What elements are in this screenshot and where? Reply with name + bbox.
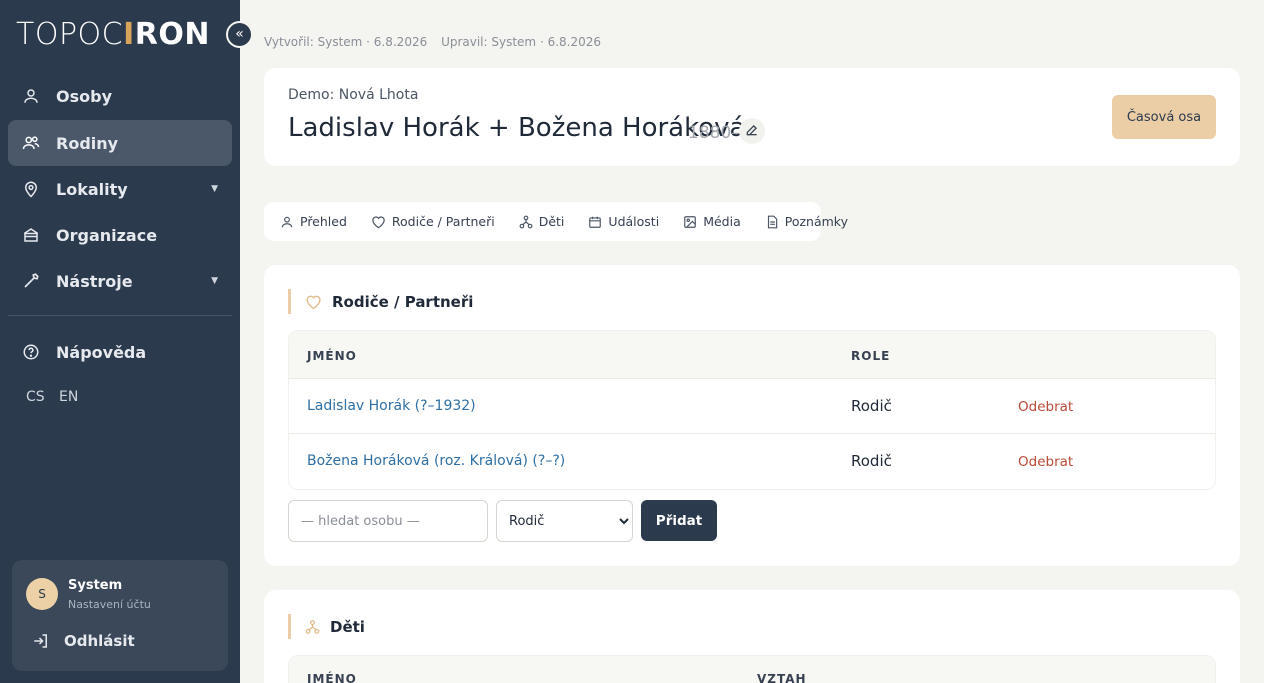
sidebar-item-lokality[interactable]: Lokality ▼ — [8, 166, 232, 212]
column-header-role: ROLE — [851, 349, 891, 363]
heart-icon — [371, 215, 386, 229]
tab-label: Média — [703, 214, 741, 229]
remove-button[interactable]: Odebrat — [1018, 454, 1073, 470]
sidebar: TOPOCIRON Osoby Rodiny Lokality ▼ Organi… — [0, 0, 240, 683]
tab-rodice-partneri[interactable]: Rodiče / Partneři — [371, 214, 495, 229]
tab-media[interactable]: Média — [683, 214, 741, 229]
heart-icon — [305, 294, 322, 310]
sidebar-collapse-button[interactable]: « — [226, 21, 253, 48]
logout-button[interactable]: Odhlásit — [32, 632, 135, 650]
tree-name: Demo: Nová Lhota — [288, 87, 419, 103]
avatar[interactable]: S — [26, 578, 58, 610]
tab-prehled[interactable]: Přehled — [280, 214, 347, 229]
family-tabs: Přehled Rodiče / Partneři Děti Události … — [264, 202, 848, 241]
chevron-down-icon: ▼ — [211, 184, 218, 194]
children-section: Děti JMÉNO VZTAH — [264, 590, 1240, 683]
table-header: JMÉNO VZTAH — [289, 656, 1215, 683]
section-title: Rodiče / Partneři — [332, 292, 474, 311]
double-chevron-left-icon: « — [235, 26, 244, 42]
tools-icon — [22, 272, 40, 290]
user-name: System — [68, 578, 123, 593]
person-link[interactable]: Ladislav Horák (?–1932) — [307, 398, 476, 414]
record-meta: Vytvořil: System · 6.8.2026 Upravil: Sys… — [264, 35, 601, 49]
pencil-icon — [745, 122, 759, 141]
tab-label: Děti — [538, 214, 565, 229]
page-title: Ladislav Horák + Božena Horáková — [288, 113, 746, 143]
tab-label: Přehled — [300, 214, 347, 229]
table-header: JMÉNO ROLE — [289, 331, 1215, 379]
role-value: Rodič — [851, 397, 892, 415]
note-icon — [765, 215, 779, 229]
add-parent-button[interactable]: Přidat — [641, 500, 717, 541]
section-title: Děti — [330, 617, 365, 636]
tab-deti[interactable]: Děti — [519, 214, 565, 229]
sidebar-divider — [8, 315, 232, 316]
family-tree-icon — [305, 619, 320, 635]
image-icon — [683, 215, 697, 229]
remove-button[interactable]: Odebrat — [1018, 399, 1073, 415]
user-icon — [280, 215, 294, 229]
sidebar-item-label: Lokality — [56, 179, 128, 199]
sidebar-item-napoveda[interactable]: Nápověda — [8, 329, 232, 375]
user-card: S System Nastavení účtu Odhlásit — [12, 560, 228, 671]
app-logo[interactable]: TOPOCIRON — [16, 18, 210, 52]
column-header-name: JMÉNO — [307, 672, 357, 683]
children-table: JMÉNO VZTAH — [288, 655, 1216, 683]
users-icon — [22, 134, 40, 152]
updated-info: Upravil: System · 6.8.2026 — [441, 35, 602, 49]
column-header-name: JMÉNO — [307, 349, 357, 363]
person-link[interactable]: Božena Horáková (roz. Králová) (?–?) — [307, 453, 565, 469]
logo-text-accent: I — [123, 17, 135, 52]
sidebar-item-label: Rodiny — [56, 133, 119, 153]
table-row: Božena Horáková (roz. Králová) (?–?) Rod… — [289, 434, 1215, 489]
created-info: Vytvořil: System · 6.8.2026 — [264, 35, 428, 49]
tab-label: Události — [608, 214, 660, 229]
user-icon — [22, 87, 40, 105]
table-row: Ladislav Horák (?–1932) Rodič Odebrat — [289, 379, 1215, 434]
sidebar-item-rodiny[interactable]: Rodiny — [8, 120, 232, 166]
sidebar-item-nastroje[interactable]: Nástroje ▼ — [8, 258, 232, 304]
logout-icon — [32, 632, 50, 650]
sidebar-item-label: Nástroje — [56, 271, 133, 291]
parents-table: JMÉNO ROLE Ladislav Horák (?–1932) Rodič… — [288, 330, 1216, 490]
section-heading: Rodiče / Partneři — [288, 289, 473, 314]
role-value: Rodič — [851, 452, 892, 470]
family-header-card: Demo: Nová Lhota Ladislav Horák + Božena… — [264, 68, 1240, 166]
parents-section: Rodiče / Partneři JMÉNO ROLE Ladislav Ho… — [264, 265, 1240, 566]
column-header-relation: VZTAH — [757, 672, 807, 683]
tab-label: Rodiče / Partneři — [391, 214, 495, 229]
timeline-button[interactable]: Časová osa — [1112, 95, 1216, 139]
logout-label: Odhlásit — [64, 632, 135, 650]
sidebar-item-label: Organizace — [56, 225, 158, 245]
help-icon — [22, 343, 40, 361]
section-heading: Děti — [288, 614, 365, 639]
language-en[interactable]: EN — [59, 389, 78, 405]
language-cs[interactable]: CS — [26, 389, 45, 405]
sidebar-item-osoby[interactable]: Osoby — [8, 73, 232, 119]
tab-poznamky[interactable]: Poznámky — [765, 214, 848, 229]
sidebar-item-organizace[interactable]: Organizace — [8, 212, 232, 258]
map-pin-icon — [22, 180, 40, 198]
account-settings-link[interactable]: Nastavení účtu — [68, 598, 151, 611]
tab-udalosti[interactable]: Události — [588, 214, 659, 229]
edit-family-button[interactable] — [739, 118, 765, 144]
person-search-input[interactable] — [288, 500, 488, 542]
family-tree-icon — [519, 215, 533, 229]
logo-text-right: RON — [134, 17, 210, 52]
family-years: 1880– — [688, 123, 740, 143]
sidebar-item-label: Osoby — [56, 86, 112, 106]
chevron-down-icon: ▼ — [211, 276, 218, 286]
sidebar-item-label: Nápověda — [56, 342, 147, 362]
logo-text-left: TOPOC — [16, 17, 124, 52]
tab-label: Poznámky — [784, 214, 848, 229]
calendar-icon — [588, 215, 602, 229]
building-icon — [22, 226, 40, 244]
role-select[interactable]: Rodič — [496, 500, 633, 542]
